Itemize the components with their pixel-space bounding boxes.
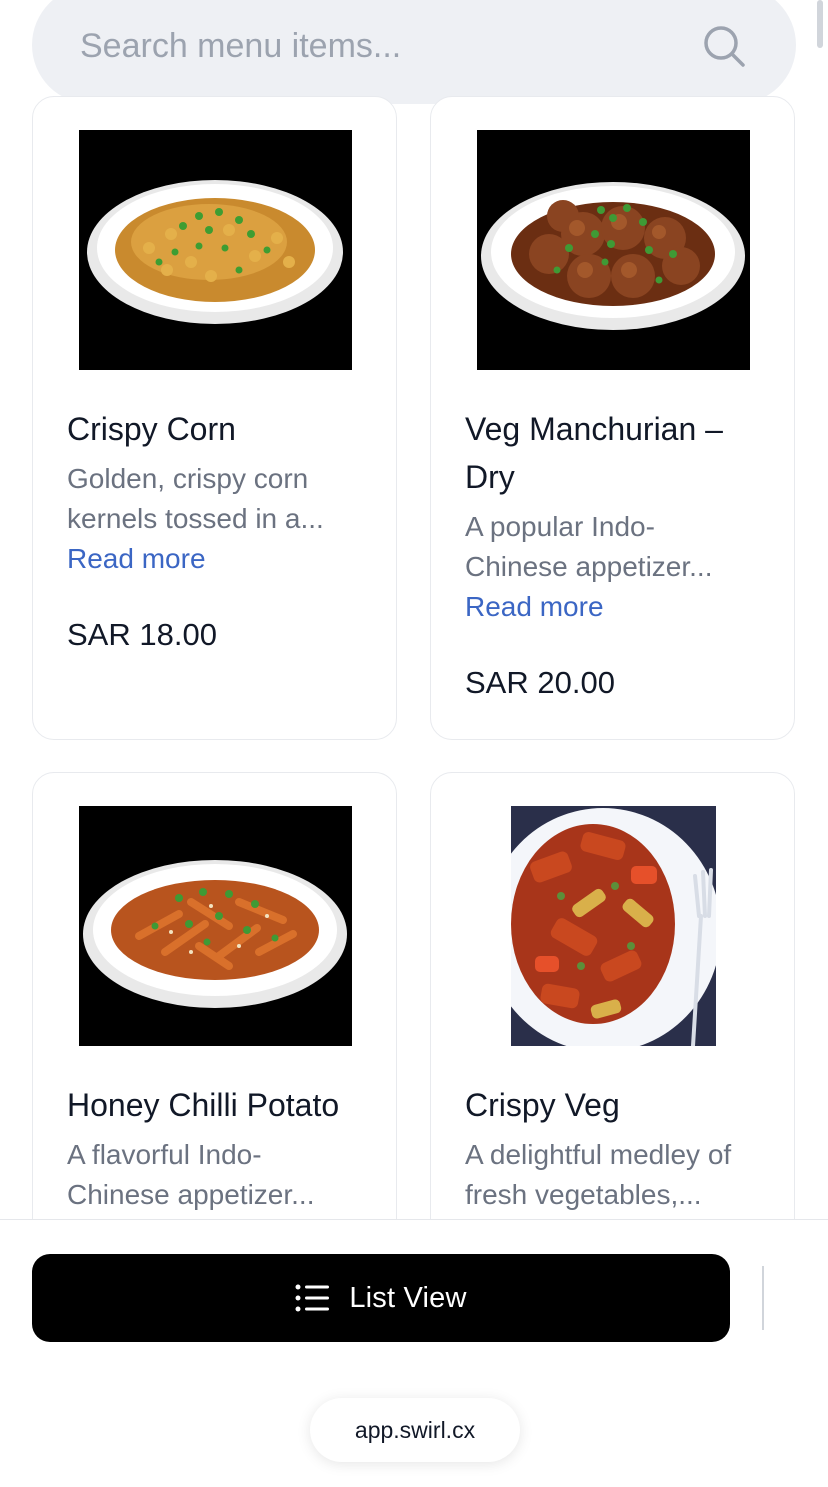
search-icon[interactable]: [700, 22, 748, 70]
item-name: Crispy Corn: [67, 411, 236, 447]
item-name: Veg Manchurian – Dry: [465, 411, 723, 495]
item-name: Honey Chilli Potato: [67, 1087, 340, 1123]
list-view-button[interactable]: List View: [32, 1254, 730, 1342]
read-more-link[interactable]: Read more: [465, 587, 604, 627]
list-icon: [295, 1284, 330, 1312]
list-view-label: List View: [349, 1281, 467, 1314]
browser-url-pill[interactable]: app.swirl.cx: [310, 1398, 520, 1462]
item-name: Crispy Veg: [465, 1087, 620, 1123]
menu-item-card[interactable]: Honey Chilli Potato A flavorful Indo- Ch…: [32, 772, 397, 1272]
crispy-corn-image: [79, 130, 352, 370]
menu-item-card[interactable]: Veg Manchurian – Dry A popular Indo- Chi…: [430, 96, 795, 740]
honey-chilli-potato-image: [79, 806, 352, 1046]
item-description: A flavorful Indo- Chinese appetizer...: [67, 1139, 315, 1210]
item-description: Golden, crispy corn kernels tossed in a.…: [67, 463, 324, 534]
scrollbar-thumb[interactable]: [817, 0, 823, 48]
search-input[interactable]: [80, 24, 680, 68]
item-price: SAR 20.00: [465, 665, 615, 700]
item-price: SAR 18.00: [67, 617, 217, 652]
read-more-link[interactable]: Read more: [67, 539, 206, 579]
bottom-bar: List View app.swirl.cx: [0, 1219, 828, 1487]
menu-item-card[interactable]: Crispy Corn Golden, crispy corn kernels …: [32, 96, 397, 740]
item-description: A delightful medley of fresh vegetables,…: [465, 1139, 732, 1210]
veg-manchurian-image: [477, 130, 750, 370]
search-bar[interactable]: [32, 0, 796, 104]
divider: [762, 1266, 764, 1330]
crispy-veg-image: [511, 806, 716, 1046]
item-description: A popular Indo- Chinese appetizer...: [465, 511, 713, 582]
menu-item-card[interactable]: Crispy Veg A delightful medley of fresh …: [430, 772, 795, 1272]
